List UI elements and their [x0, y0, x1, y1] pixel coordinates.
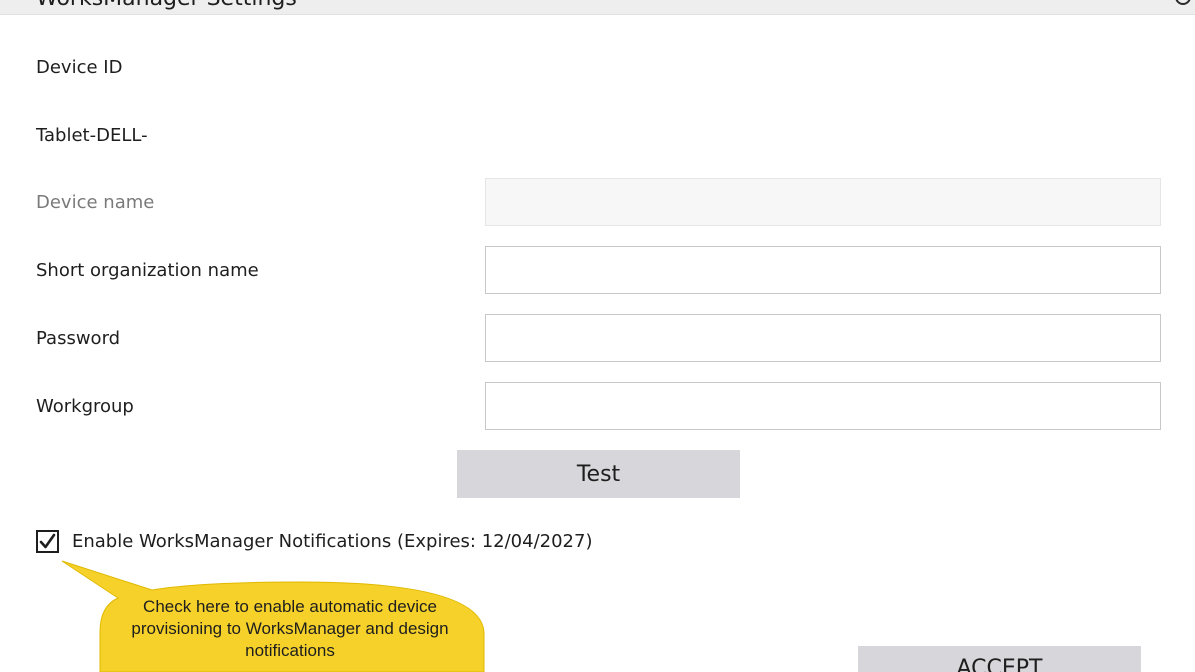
checkmark-icon [39, 533, 56, 549]
device-name-label: Device name [36, 192, 155, 213]
workgroup-input[interactable] [485, 382, 1161, 430]
window-title: WorksManager Settings [36, 0, 297, 11]
device-id-label: Device ID [36, 57, 123, 78]
password-input[interactable] [485, 314, 1161, 362]
test-button[interactable]: Test [457, 450, 740, 498]
device-id-value: Tablet-DELL- [36, 125, 148, 146]
notifications-label: Enable WorksManager Notifications (Expir… [72, 531, 593, 552]
workgroup-label: Workgroup [36, 396, 134, 417]
org-name-input[interactable] [485, 246, 1161, 294]
notifications-checkbox[interactable] [36, 530, 59, 553]
close-icon[interactable] [1172, 0, 1192, 8]
device-name-field [485, 178, 1161, 226]
callout-text: Check here to enable automatic device pr… [131, 597, 449, 660]
settings-window: WorksManager Settings Device ID Tablet-D… [0, 0, 1195, 672]
org-name-label: Short organization name [36, 260, 259, 281]
password-label: Password [36, 328, 121, 349]
accept-button[interactable]: ACCEPT [858, 646, 1141, 672]
title-bar: WorksManager Settings [0, 0, 1195, 15]
